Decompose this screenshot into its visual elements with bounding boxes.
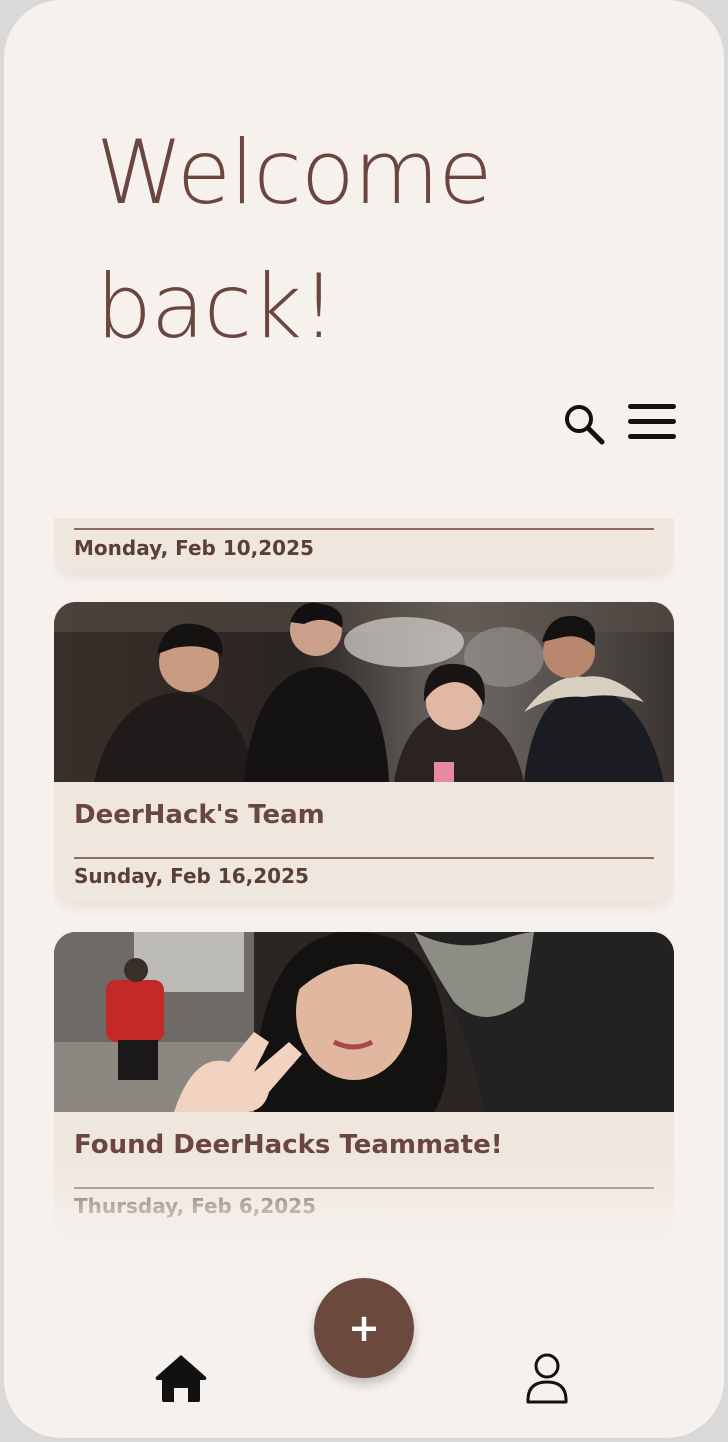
journal-card[interactable]: Found DeerHacks Teammate! Thursday, Feb …: [54, 932, 674, 1232]
search-icon: [565, 405, 605, 445]
journal-feed[interactable]: Monday, Feb 10,2025 DeerHack's Team Sund…: [54, 518, 674, 1308]
nav-home-button[interactable]: [154, 1352, 208, 1404]
home-icon: [155, 1355, 207, 1402]
journal-card[interactable]: DeerHack's Team Sunday, Feb 16,2025: [54, 602, 674, 902]
journal-card[interactable]: Monday, Feb 10,2025: [54, 518, 674, 572]
selfie-photo: [54, 932, 674, 1112]
menu-button[interactable]: [626, 402, 678, 442]
card-title: Found DeerHacks Teammate!: [74, 1130, 503, 1160]
card-title: DeerHack's Team: [74, 800, 325, 830]
group-photo: [54, 602, 674, 782]
card-date: Thursday, Feb 6,2025: [74, 1194, 317, 1218]
app-screen: Welcome back! Monday, Feb 10,2025 DeerHa…: [4, 0, 724, 1438]
profile-icon: [526, 1353, 568, 1404]
welcome-heading: Welcome back!: [96, 121, 493, 358]
card-date: Sunday, Feb 16,2025: [74, 864, 309, 888]
card-divider: [74, 1187, 654, 1189]
add-entry-button[interactable]: +: [314, 1278, 414, 1378]
card-date: Monday, Feb 10,2025: [74, 536, 314, 560]
nav-profile-button[interactable]: [524, 1352, 570, 1404]
hamburger-menu-icon: [628, 404, 676, 439]
card-divider: [74, 528, 654, 530]
card-divider: [74, 857, 654, 859]
search-button[interactable]: [560, 400, 606, 446]
